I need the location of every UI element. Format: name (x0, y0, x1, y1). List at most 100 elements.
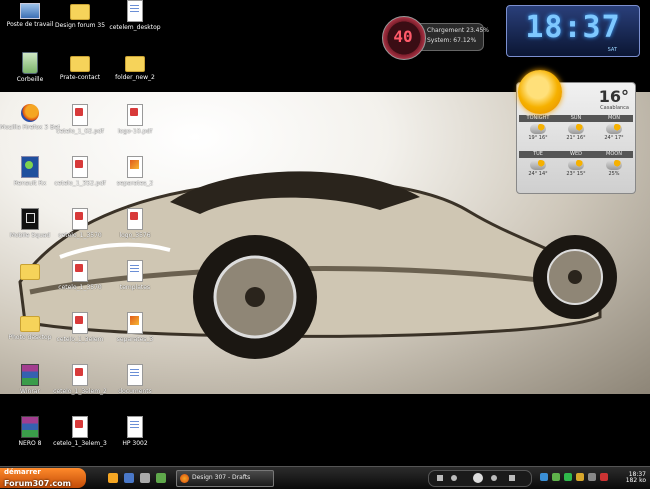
forecast-day: MOON (595, 151, 633, 158)
desktop-icon[interactable]: separates_3 (105, 312, 165, 360)
desktop-icon-label: cetelo_1_3elem_2 (53, 388, 107, 395)
cpu-meter-panel: Chargement 23.45% System: 67.12% (420, 23, 489, 51)
taskbar: démarrer Forum307.com Design 307 - Draft… (0, 466, 650, 489)
pdf-icon (72, 260, 88, 282)
folder-icon (70, 56, 90, 72)
messenger-icon[interactable] (552, 473, 560, 481)
desktop-icon-label: separates_3 (116, 336, 154, 343)
antivirus-icon[interactable] (600, 473, 608, 481)
desktop-icon-label: templates (119, 284, 151, 291)
desktop: Poste de travail Design forum 35 cetelem_d… (0, 0, 650, 466)
doc-icon (127, 260, 143, 282)
img-icon (127, 312, 143, 334)
folder-icon (20, 264, 40, 280)
folder-icon (70, 4, 90, 20)
forecast-temps: 19° 16° (528, 135, 548, 141)
desktop-icon[interactable]: folder_new_2 (105, 52, 165, 100)
desktop-icon[interactable]: cetelo_1_3elem (50, 312, 110, 360)
weather-cloud-icon (606, 124, 622, 134)
desktop-icon-label: cetelo_1_3570 (58, 232, 102, 239)
tray-clock[interactable]: 18:37 182 ko (626, 472, 646, 484)
desktop-icon-label: separates_2 (116, 180, 154, 187)
desktop-icon[interactable]: logo_3576 (105, 208, 165, 256)
rar-icon (21, 416, 39, 438)
firefox-quicklaunch-icon[interactable] (108, 473, 118, 483)
pdf-icon (127, 208, 143, 230)
next-icon[interactable] (491, 475, 497, 481)
pdf-icon (72, 312, 88, 334)
desktop-icon[interactable]: cetelo_1_3elem_3 (50, 416, 110, 464)
weather-cloud-icon (530, 124, 546, 134)
forecast-cell: TUE 24° 14° (519, 151, 557, 177)
desktop-icon[interactable]: logo-10.pdf (105, 104, 165, 152)
system-tray: 18:37 182 ko (538, 470, 650, 486)
forecast-day: WED (557, 151, 595, 158)
weather-cloud-icon (568, 124, 584, 134)
computer-icon (20, 3, 40, 19)
ie-quicklaunch-icon[interactable] (124, 473, 134, 483)
desktop-icon[interactable]: cetelo_1_02.pdf (50, 104, 110, 152)
doc-icon (127, 364, 143, 386)
previous-icon[interactable] (451, 475, 457, 481)
speaker-icon[interactable] (588, 473, 596, 481)
weather-temperature: 16° (598, 87, 629, 106)
forecast-cell: MON 24° 17° (595, 115, 633, 141)
clock-gadget[interactable]: 18:37 SAT (506, 5, 640, 57)
forecast-temps: 25% (608, 171, 620, 177)
dark-icon (21, 208, 39, 230)
desktop-icon-label: folder_new_2 (115, 74, 155, 81)
desktop-icon[interactable]: documents (105, 364, 165, 412)
desktop-icon[interactable]: cetelo_1_3elem_2 (50, 364, 110, 412)
weather-city: Casablanca (600, 105, 629, 111)
weather-cloud-icon (568, 160, 584, 170)
taskbar-item-firefox[interactable]: Design 307 - Drafts (176, 470, 274, 487)
play-tray-icon[interactable] (564, 473, 572, 481)
taskbar-item-label: Design 307 - Drafts (192, 474, 251, 481)
desktop-icon-label: cetelo_1_3570 (58, 284, 102, 291)
app-icon (21, 156, 39, 178)
clock-day: SAT (607, 47, 617, 53)
desktop-icon[interactable]: separates_2 (105, 156, 165, 204)
pdf-icon (72, 156, 88, 178)
network-icon[interactable] (540, 473, 548, 481)
desktop-icon-label: cetelem_desktop (109, 24, 161, 31)
firefox-icon (180, 474, 189, 483)
play-icon[interactable] (473, 473, 483, 483)
pdf-icon (72, 208, 88, 230)
desktop-icon[interactable]: Design forum 35 (50, 0, 110, 48)
desktop-icon-label: documents (118, 388, 152, 395)
desktop-icon[interactable]: HP 3002 (105, 416, 165, 464)
desktop-icon[interactable]: cetelem_desktop (105, 0, 165, 48)
desktop-icon[interactable]: cetelo_1_3570 (50, 208, 110, 256)
rar-icon (21, 364, 39, 386)
forecast-cell: WED 23° 15° (557, 151, 595, 177)
start-button[interactable]: démarrer Forum307.com (0, 468, 86, 488)
forecast-day: SUN (557, 115, 595, 122)
stop-icon[interactable] (437, 475, 443, 481)
show-desktop-icon[interactable] (140, 473, 150, 483)
desktop-icon-label: cetelo_1_3elem (56, 336, 104, 343)
desktop-icon[interactable]: cetelo_1_352.pdf (50, 156, 110, 204)
watermark-text: Forum307.com (4, 479, 71, 488)
forecast-day: TONIGHT (519, 115, 557, 122)
forecast-day: TUE (519, 151, 557, 158)
cpu-meter-gadget[interactable]: Chargement 23.45% System: 67.12% 40 (382, 16, 489, 60)
desktop-icon-label: cetelo_1_352.pdf (54, 180, 106, 187)
media-quicklaunch-icon[interactable] (156, 473, 166, 483)
desktop-icon[interactable]: templates (105, 260, 165, 308)
desktop-icon-label: HP 3002 (122, 440, 148, 447)
volume-icon[interactable] (509, 475, 515, 481)
forecast-cell: MOON 25% (595, 151, 633, 177)
doc-icon (127, 416, 143, 438)
weather-cloud-icon (606, 160, 622, 170)
desktop-icon-label: logo_3576 (119, 232, 151, 239)
desktop-icon[interactable]: Prate-contact (50, 52, 110, 100)
security-icon[interactable] (576, 473, 584, 481)
doc-icon (127, 0, 143, 22)
img-icon (127, 156, 143, 178)
forecast-cell: SUN 21° 16° (557, 115, 595, 141)
cpu-meter-value: 40 (393, 27, 413, 46)
cpu-meter-line-1: Chargement 23.45% (427, 27, 490, 34)
desktop-icon[interactable]: cetelo_1_3570 (50, 260, 110, 308)
forecast-day: MON (595, 115, 633, 122)
